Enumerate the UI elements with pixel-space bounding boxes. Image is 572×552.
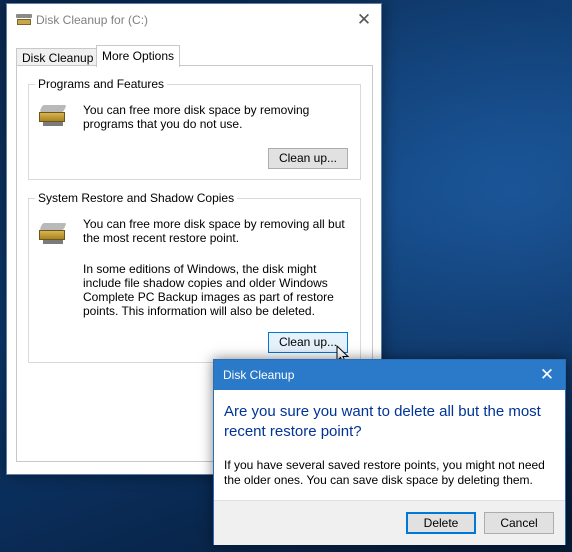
group-title: System Restore and Shadow Copies	[35, 191, 238, 205]
dialog-title-bar: Disk Cleanup ✕	[214, 360, 565, 390]
programs-and-features-group: Programs and Features You can free more …	[28, 77, 361, 180]
restore-details: In some editions of Windows, the disk mi…	[83, 262, 334, 318]
title-bar: Disk Cleanup for (C:) ✕	[7, 4, 381, 36]
close-icon[interactable]: ✕	[535, 363, 559, 387]
programs-description: You can free more disk space by removing…	[83, 103, 310, 131]
programs-clean-up-button[interactable]: Clean up...	[268, 148, 348, 169]
group-title: Programs and Features	[35, 77, 168, 91]
confirmation-dialog: Disk Cleanup ✕ Are you sure you want to …	[213, 359, 566, 545]
close-icon[interactable]: ✕	[347, 4, 381, 36]
drive-icon	[37, 101, 69, 129]
window-title: Disk Cleanup for (C:)	[36, 13, 149, 27]
tab-more-options[interactable]: More Options	[96, 45, 181, 67]
dialog-title: Disk Cleanup	[223, 368, 295, 382]
cancel-button[interactable]: Cancel	[484, 512, 554, 534]
dialog-main-instruction: Are you sure you want to delete all but …	[224, 403, 541, 440]
system-restore-group: System Restore and Shadow Copies You can…	[28, 191, 361, 363]
disk-cleanup-app-icon	[16, 14, 32, 26]
dialog-button-bar: Delete Cancel	[214, 500, 565, 545]
restore-description: You can free more disk space by removing…	[83, 217, 345, 245]
drive-icon	[37, 219, 69, 247]
dialog-body-text: If you have several saved restore points…	[224, 458, 545, 487]
delete-button[interactable]: Delete	[406, 512, 476, 534]
